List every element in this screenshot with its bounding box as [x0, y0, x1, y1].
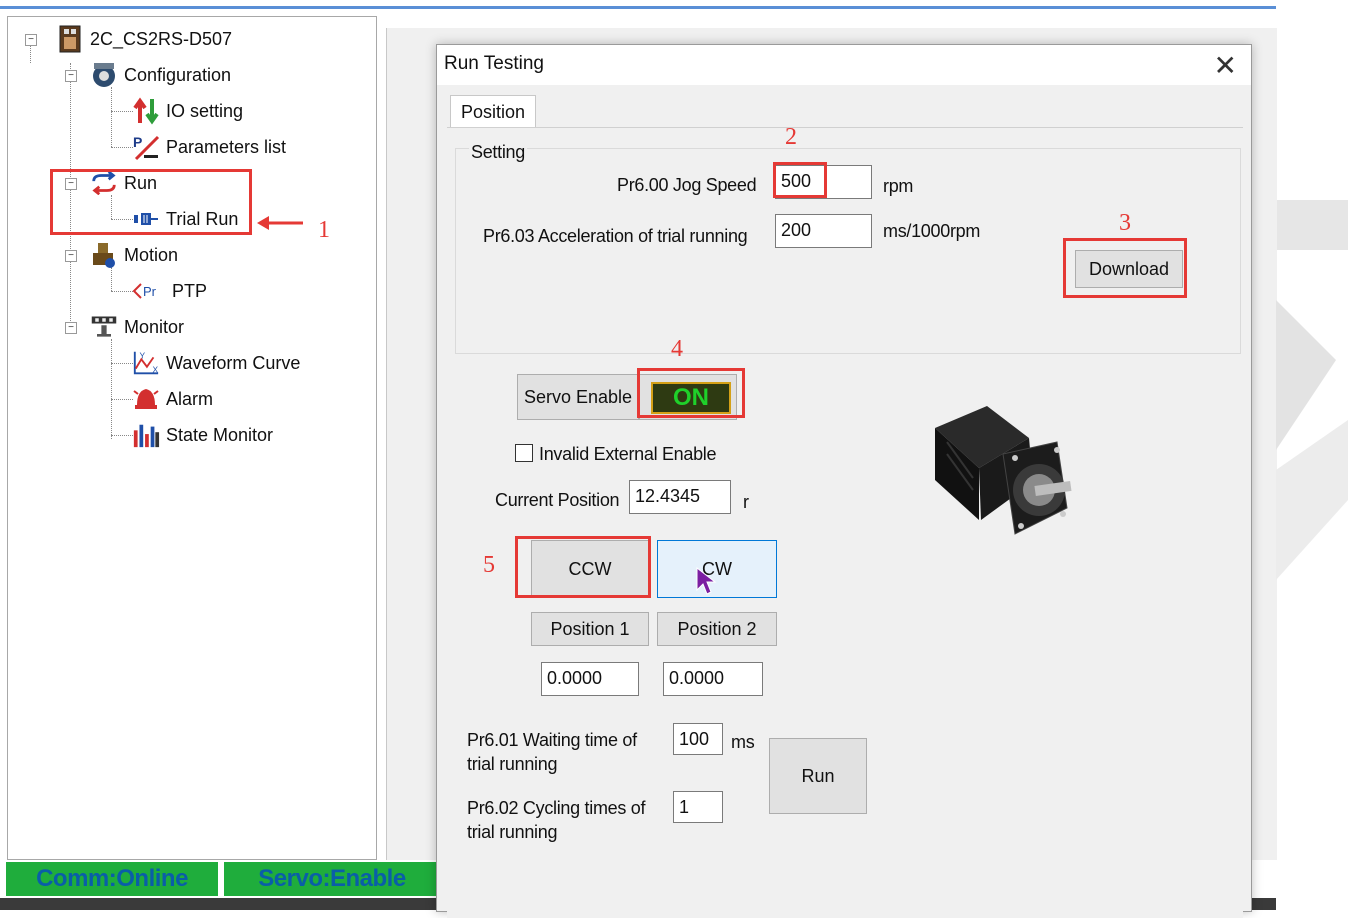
- watermark-shape: [1276, 200, 1348, 250]
- comm-status: Comm:Online: [6, 862, 218, 896]
- dialog-titlebar: Run Testing ✕: [437, 45, 1251, 85]
- drive-icon: [56, 25, 84, 53]
- position-1-input[interactable]: 0.0000: [541, 662, 639, 696]
- tree-label: Parameters list: [166, 137, 287, 157]
- tree-line: [111, 111, 133, 112]
- run-testing-dialog: Run Testing ✕ Position Setting Pr6.00 Jo…: [436, 44, 1252, 918]
- tree-label: Configuration: [124, 65, 232, 85]
- annotation-number-5: 5: [483, 552, 495, 578]
- svg-text:P: P: [133, 134, 142, 150]
- gear-icon: [90, 61, 118, 89]
- mouse-cursor-icon: [696, 566, 717, 595]
- tree-line: [30, 43, 31, 63]
- collapse-toggle-motion[interactable]: −: [65, 250, 77, 262]
- tree-label: Monitor: [124, 317, 185, 337]
- app-window: − 2C_CS2RS-D507 − Configuration IO setti…: [0, 0, 1348, 918]
- tree-line: [111, 147, 133, 148]
- cycling-times-label-line1: Pr6.02 Cycling times of: [467, 798, 646, 818]
- svg-text:Y: Y: [139, 350, 145, 360]
- servo-motor-image: [935, 406, 1072, 535]
- cycling-times-input[interactable]: 1: [673, 791, 723, 823]
- motion-icon: [90, 241, 118, 269]
- tree-label: Alarm: [166, 389, 214, 409]
- tab-position[interactable]: Position: [450, 95, 536, 128]
- title-accent-line: [0, 6, 1276, 9]
- tree-item-state-monitor[interactable]: State Monitor: [132, 421, 273, 449]
- parameters-icon: P: [132, 133, 160, 161]
- position-2-button[interactable]: Position 2: [657, 612, 777, 646]
- waiting-time-label-line1: Pr6.01 Waiting time of: [467, 730, 637, 750]
- close-icon[interactable]: ✕: [1214, 49, 1237, 82]
- waiting-time-input[interactable]: 100: [673, 723, 723, 755]
- annotation-number-4: 4: [671, 336, 683, 362]
- invalid-external-enable-checkbox[interactable]: [515, 444, 533, 462]
- jog-speed-label: Pr6.00 Jog Speed: [617, 175, 757, 195]
- collapse-toggle-configuration[interactable]: −: [65, 70, 77, 82]
- tree-line: [111, 267, 112, 291]
- annotation-box-3: [1063, 238, 1187, 298]
- current-position-unit: r: [743, 492, 749, 512]
- annotation-number-3: 3: [1119, 210, 1131, 236]
- position-1-button[interactable]: Position 1: [531, 612, 649, 646]
- jog-speed-unit: rpm: [883, 176, 914, 196]
- project-tree: − 2C_CS2RS-D507 − Configuration IO setti…: [7, 16, 377, 860]
- tree-item-parameters-list[interactable]: P Parameters list: [132, 133, 286, 161]
- io-arrows-icon: [132, 97, 160, 125]
- tree-label: State Monitor: [166, 425, 274, 445]
- collapse-toggle-monitor[interactable]: −: [65, 322, 77, 334]
- tree-item-motion[interactable]: Motion: [90, 241, 178, 269]
- tree-item-monitor[interactable]: Monitor: [90, 313, 184, 341]
- cycling-times-label-line2: trial running: [467, 822, 558, 842]
- servo-enable-button[interactable]: Servo Enable: [517, 374, 639, 420]
- tab-panel: Setting Pr6.00 Jog Speed 500 rpm Pr6.03 …: [447, 124, 1243, 918]
- acceleration-label: Pr6.03 Acceleration of trial running: [483, 226, 748, 246]
- acceleration-unit: ms/1000rpm: [883, 221, 981, 241]
- annotation-box-2: [773, 162, 827, 198]
- tree-line: [111, 339, 112, 439]
- tree-item-configuration[interactable]: Configuration: [90, 61, 231, 89]
- acceleration-input[interactable]: 200: [775, 214, 872, 248]
- annotation-box-1: [50, 169, 252, 235]
- current-position-field: 12.4345: [629, 480, 731, 514]
- invalid-external-enable-label: Invalid External Enable: [539, 444, 717, 464]
- dialog-title: Run Testing: [444, 53, 544, 74]
- tree-item-waveform-curve[interactable]: YX Waveform Curve: [132, 349, 300, 377]
- tree-label: PTP: [172, 281, 208, 301]
- servo-status: Servo:Enable: [224, 862, 440, 896]
- monitor-camera-icon: [90, 313, 118, 341]
- annotation-arrow-icon: [257, 216, 303, 230]
- annotation-number-1: 1: [318, 217, 330, 243]
- annotation-box-4: [637, 368, 745, 418]
- setting-group-label: Setting: [469, 142, 527, 163]
- run-button[interactable]: Run: [769, 738, 867, 814]
- tree-item-alarm[interactable]: Alarm: [132, 385, 213, 413]
- tree-item-ptp[interactable]: Pr PTP: [132, 277, 207, 305]
- tree-line: [111, 363, 133, 364]
- tree-line: [111, 435, 133, 436]
- collapse-toggle-root[interactable]: −: [25, 34, 37, 46]
- tree-line: [111, 291, 133, 292]
- watermark-shape: [1276, 300, 1348, 580]
- tree-label: Motion: [124, 245, 179, 265]
- annotation-number-2: 2: [785, 124, 797, 150]
- tree-label: IO setting: [166, 101, 244, 121]
- svg-text:X: X: [153, 364, 159, 374]
- tree-item-io-setting[interactable]: IO setting: [132, 97, 243, 125]
- tree-item-root[interactable]: 2C_CS2RS-D507: [56, 25, 232, 53]
- tree-label: 2C_CS2RS-D507: [90, 29, 233, 49]
- bar-chart-icon: [132, 421, 160, 449]
- waveform-icon: YX: [132, 349, 160, 377]
- status-bar: Comm:Online Servo:Enable: [0, 862, 440, 898]
- current-position-label: Current Position: [495, 490, 620, 510]
- waiting-time-label-line2: trial running: [467, 754, 558, 774]
- tree-line: [111, 399, 133, 400]
- waiting-time-unit: ms: [731, 732, 755, 752]
- svg-text:Pr: Pr: [143, 284, 157, 299]
- alarm-bell-icon: [132, 385, 160, 413]
- annotation-box-5: [515, 536, 651, 598]
- position-2-input[interactable]: 0.0000: [663, 662, 763, 696]
- ptp-icon: Pr: [132, 277, 166, 305]
- tree-line: [111, 87, 112, 147]
- tree-label: Waveform Curve: [166, 353, 301, 373]
